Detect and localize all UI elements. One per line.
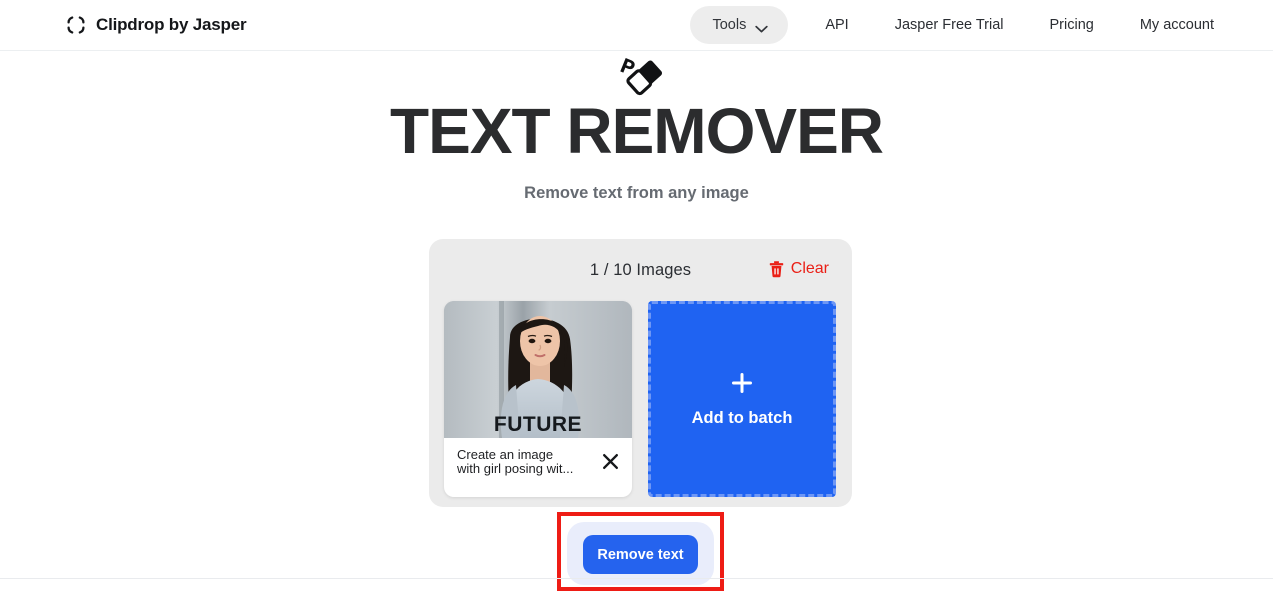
plus-icon [730,371,754,395]
nav-item-pricing[interactable]: Pricing [1027,7,1117,43]
nav-item-api[interactable]: API [802,7,871,43]
nav-item-my-account[interactable]: My account [1117,7,1237,43]
nav-tools-label: Tools [712,17,747,33]
svg-text:FUTURE: FUTURE [494,413,582,436]
clear-batch-button[interactable]: Clear [769,260,829,278]
nav-tools-dropdown[interactable]: Tools [690,6,789,44]
top-navigation-bar: Clipdrop by Jasper Tools API Jasper Free… [0,0,1273,51]
close-x-icon[interactable] [601,452,620,471]
nav-links: Tools API Jasper Free Trial Pricing My a… [690,0,1273,51]
batch-panel: 1 / 10 Images Clear FUTURE Create an ima… [429,239,852,507]
batch-items: FUTURE Create an image with girl posing … [429,301,852,497]
hero-section: TEXT REMOVER Remove text from any image [0,51,1273,203]
clear-label: Clear [790,260,829,277]
brand-name: Clipdrop by Jasper [96,15,247,34]
trash-icon [769,260,784,278]
thumbnail-image: FUTURE [444,301,632,438]
remove-text-button[interactable]: Remove text [583,535,698,574]
eraser-icon [609,51,665,96]
nav-item-jasper-free-trial[interactable]: Jasper Free Trial [872,7,1027,43]
clipdrop-brackets-icon [66,15,86,35]
batch-thumbnail-item[interactable]: FUTURE Create an image with girl posing … [444,301,632,497]
thumbnail-caption: Create an image with girl posing wit... [457,447,574,476]
batch-header: 1 / 10 Images Clear [429,239,852,301]
batch-count-label: 1 / 10 Images [589,260,692,279]
page-title: TEXT REMOVER [390,95,884,167]
thumbnail-meta: Create an image with girl posing wit... [444,438,632,487]
brand-logo[interactable]: Clipdrop by Jasper [66,15,247,35]
chevron-down-icon [755,21,768,33]
footer-divider [0,578,1273,579]
page-subtitle: Remove text from any image [524,184,749,202]
add-to-batch-label: Add to batch [691,408,793,427]
add-to-batch-button[interactable]: Add to batch [648,301,836,497]
